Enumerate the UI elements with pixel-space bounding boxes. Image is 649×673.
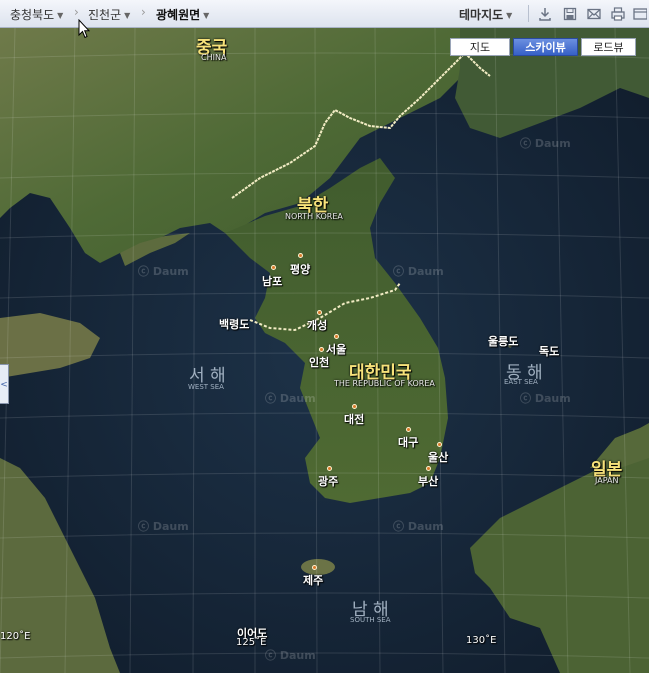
map-type-roadview-button[interactable]: 로드뷰 — [581, 38, 636, 56]
side-panel-toggle[interactable]: < — [0, 364, 9, 404]
city-label-daegu[interactable]: 대구 — [398, 434, 418, 450]
watermark: ⓒ Daum — [138, 265, 189, 278]
watermark: ⓒ Daum — [520, 392, 571, 405]
longitude-label-130: 130˚E — [466, 635, 497, 646]
country-label-china-en: CHINA — [201, 53, 227, 62]
fullscreen-icon[interactable] — [633, 6, 647, 22]
city-label-kaesong[interactable]: 개성 — [307, 317, 327, 333]
map-type-skyview-button[interactable]: 스카이뷰 — [513, 38, 578, 56]
city-marker-busan[interactable] — [426, 466, 431, 471]
breadcrumb-county[interactable]: 진천군 ▼ — [88, 6, 130, 23]
city-marker-daejeon[interactable] — [352, 404, 357, 409]
watermark: ⓒ Daum — [520, 137, 571, 150]
country-label-south-korea-en: THE REPUBLIC OF KOREA — [334, 379, 435, 388]
city-label-jeju[interactable]: 제주 — [303, 572, 323, 588]
longitude-label-120: 120˚E — [0, 631, 31, 642]
country-label-japan-en: JAPAN — [595, 476, 619, 485]
toolbar-divider — [528, 5, 529, 22]
breadcrumb-province-label: 충청북도 — [10, 8, 55, 22]
city-marker-jeju[interactable] — [312, 565, 317, 570]
breadcrumb-separator-icon: › — [74, 5, 79, 19]
watermark: ⓒ Daum — [138, 520, 189, 533]
city-marker-daegu[interactable] — [406, 427, 411, 432]
sea-label-south-en: SOUTH SEA — [350, 616, 391, 624]
mail-icon[interactable] — [586, 6, 602, 22]
island-label-baengnyeongdo[interactable]: 백령도 — [219, 316, 249, 332]
sea-label-east-en: EAST SEA — [504, 378, 538, 386]
city-marker-nampo[interactable] — [271, 265, 276, 270]
sea-label-west-en: WEST SEA — [188, 383, 224, 391]
save-icon[interactable] — [562, 6, 578, 22]
download-icon[interactable] — [537, 6, 553, 22]
chevron-down-icon: ▼ — [203, 11, 210, 20]
city-label-busan[interactable]: 부산 — [418, 473, 438, 489]
chevron-left-icon: < — [0, 380, 8, 390]
breadcrumb-province[interactable]: 충청북도 ▼ — [10, 6, 63, 23]
city-marker-kaesong[interactable] — [317, 310, 322, 315]
city-marker-pyongyang[interactable] — [298, 253, 303, 258]
city-marker-incheon[interactable] — [319, 347, 324, 352]
city-marker-ulsan[interactable] — [437, 442, 442, 447]
city-label-nampo[interactable]: 남포 — [262, 273, 282, 289]
watermark: ⓒ Daum — [265, 649, 316, 662]
theme-map-menu[interactable]: 테마지도 ▼ — [459, 6, 512, 23]
map-type-map-button[interactable]: 지도 — [450, 38, 510, 56]
print-icon[interactable] — [610, 6, 626, 22]
mouse-cursor-icon — [78, 19, 90, 39]
watermark: ⓒ Daum — [393, 265, 444, 278]
city-marker-gwangju[interactable] — [327, 466, 332, 471]
longitude-label-125: 125˚E — [236, 637, 267, 648]
breadcrumb-separator-icon: › — [141, 5, 146, 19]
theme-map-label: 테마지도 — [459, 8, 504, 22]
watermark: ⓒ Daum — [393, 520, 444, 533]
city-label-pyongyang[interactable]: 평양 — [290, 261, 310, 277]
city-marker-seoul[interactable] — [334, 334, 339, 339]
country-label-north-korea-en: NORTH KOREA — [285, 212, 343, 221]
city-label-ulsan[interactable]: 울산 — [428, 449, 448, 465]
island-label-ulleungdo[interactable]: 울릉도 — [488, 333, 518, 349]
top-toolbar: 충청북도 ▼ › 진천군 ▼ › 광혜원면 ▼ 테마지도 ▼ — [0, 0, 649, 28]
breadcrumb-town[interactable]: 광혜원면 ▼ — [156, 6, 209, 23]
city-label-incheon[interactable]: 인천 — [309, 354, 329, 370]
satellite-map[interactable]: ⓒ Daum ⓒ Daum ⓒ Daum ⓒ Daum ⓒ Daum ⓒ Dau… — [0, 28, 649, 673]
chevron-down-icon: ▼ — [506, 11, 513, 20]
chevron-down-icon: ▼ — [57, 11, 64, 20]
city-label-gwangju[interactable]: 광주 — [318, 473, 338, 489]
watermark: ⓒ Daum — [265, 392, 316, 405]
breadcrumb-county-label: 진천군 — [88, 8, 122, 22]
island-label-dokdo[interactable]: 독도 — [539, 343, 559, 359]
chevron-down-icon: ▼ — [124, 11, 131, 20]
map-type-switcher: 지도 스카이뷰 로드뷰 — [450, 38, 636, 56]
city-label-daejeon[interactable]: 대전 — [344, 411, 364, 427]
breadcrumb-town-label: 광혜원면 — [156, 8, 201, 22]
